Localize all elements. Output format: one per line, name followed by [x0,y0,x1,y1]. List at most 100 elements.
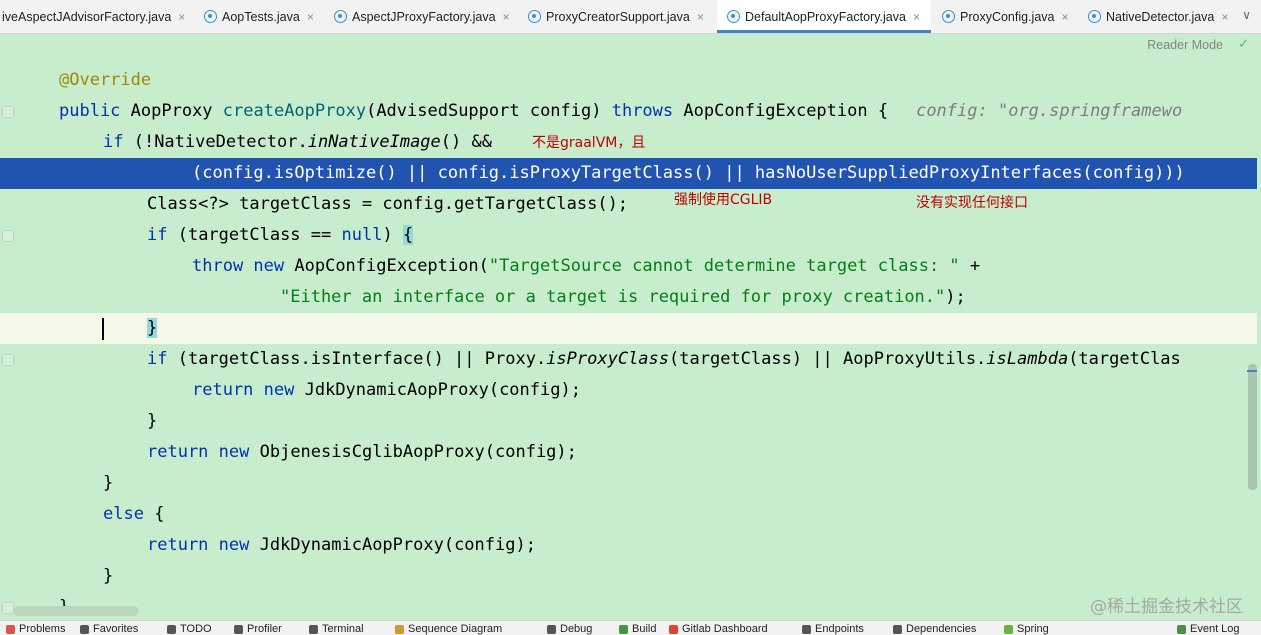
problems-icon [6,624,15,634]
method-name: createAopProxy [222,101,367,121]
keyword: null [341,225,383,245]
toolwindow-label: Event Log [1190,623,1240,635]
tab-proxycreatorsupport[interactable]: ProxyCreatorSupport.java × [518,0,724,33]
toolwindow-label: Endpoints [815,623,864,635]
tab-label: ProxyConfig.java [960,9,1055,24]
terminal-icon [309,624,318,634]
reader-mode-toggle[interactable]: Reader Mode [1147,38,1223,52]
close-icon[interactable]: × [913,10,920,24]
spring-icon [1004,624,1013,634]
code-text: Class<?> targetClass = config.getTargetC… [147,194,629,214]
toolwindow-label: Debug [560,623,593,635]
code-text: AopConfigException( [284,256,489,276]
endpoints-icon [802,624,811,634]
method-name: isLambda [986,349,1069,369]
code-line-selected: (config.isOptimize() || config.isProxyTa… [0,158,1257,189]
tab-label: ProxyCreatorSupport.java [546,9,690,24]
code-text: (targetClass == [167,225,342,245]
scrollbar-marker [1247,370,1257,372]
code-line: throw new AopConfigException("TargetSour… [0,251,1257,282]
code-text: (targetClas [1068,349,1181,369]
keyword: return [147,535,209,555]
code-text: (targetClass.isInterface() || Proxy. [167,349,547,369]
keyword: if [103,132,124,152]
toolwindow-todo-button[interactable]: TODO [167,623,212,635]
toolwindow-label: Sequence Diagram [408,623,503,635]
code-text: + [959,256,981,276]
code-text: AopConfigException { [673,101,889,121]
code-line: @Override [0,65,1257,96]
code-line: } [0,592,1257,620]
toolwindow-profiler-button[interactable]: Profiler [234,623,282,635]
code-text: ObjenesisCglibAopProxy(config); [249,442,577,462]
annotation: @Override [59,70,152,90]
dependencies-icon [893,624,902,634]
vertical-scrollbar[interactable] [1248,364,1257,490]
close-icon[interactable]: × [307,10,314,24]
toolwindow-label: Dependencies [906,623,977,635]
toolwindow-debug-button[interactable]: Debug [547,623,592,635]
keyword: new [253,380,295,400]
todo-icon [167,624,176,634]
annotation-note: 强制使用CGLIB [674,192,773,208]
method-name: isProxyClass [546,349,670,369]
close-icon[interactable]: × [503,10,510,24]
tab-label: DefaultAopProxyFactory.java [745,9,906,24]
code-text: (targetClass) || AopProxyUtils. [669,349,987,369]
code-line: return new ObjenesisCglibAopProxy(config… [0,437,1257,468]
toolwindow-endpoints-button[interactable]: Endpoints [802,623,864,635]
code-text: (config.isOptimize() || config.isProxyTa… [192,163,1185,183]
keyword: throws [611,101,674,121]
toolwindow-spring-button[interactable]: Spring [1004,623,1049,635]
code-editor[interactable]: Reader Mode ✓ @Override public AopProxy … [0,34,1261,620]
toolwindow-label: Profiler [247,623,282,635]
code-line: "Either an interface or a target is requ… [0,282,1257,313]
close-icon[interactable]: × [1221,10,1228,24]
code-text: (!NativeDetector. [123,132,308,152]
code-text: } [103,473,114,493]
toolwindow-label: TODO [180,623,212,635]
tab-nativedetector[interactable]: NativeDetector.java × [1082,0,1238,33]
annotation-note: 不是graalVM，且 [532,135,646,151]
horizontal-scrollbar[interactable] [14,606,138,616]
toolwindow-label: Gitlab Dashboard [682,623,768,635]
toolwindow-favorites-button[interactable]: Favorites [80,623,138,635]
close-icon[interactable]: × [1062,10,1069,24]
tab-overflow-icon[interactable]: ∨ [1242,8,1251,22]
toolwindow-problems-button[interactable]: Problems [6,623,65,635]
tool-window-bar: Problems Favorites TODO Profiler Terminal Seq… [0,620,1261,635]
matched-brace: { [402,225,414,245]
code-text: ) [382,225,403,245]
toolwindow-dependencies-button[interactable]: Dependencies [893,623,976,635]
toolwindow-build-button[interactable]: Build [619,623,656,635]
tab-label: NativeDetector.java [1106,9,1215,24]
toolwindow-gitlab-dashboard-button[interactable]: Gitlab Dashboard [669,623,768,635]
tab-proxyconfig[interactable]: ProxyConfig.java × [934,0,1088,33]
tab-label: AopTests.java [222,9,300,24]
class-icon [1088,10,1101,23]
toolwindow-label: Problems [19,623,66,635]
star-icon [80,624,89,634]
toolwindow-event-log-button[interactable]: Event Log [1177,623,1240,635]
keyword: new [208,442,250,462]
tab-defaultaopproxyfactory[interactable]: DefaultAopProxyFactory.java × [717,0,931,33]
toolwindow-terminal-button[interactable]: Terminal [309,623,364,635]
close-icon[interactable]: × [697,10,704,24]
code-line: Class<?> targetClass = config.getTargetC… [0,189,1257,220]
code-line: else { [0,499,1257,530]
string-literal: "TargetSource cannot determine target cl… [488,256,960,276]
keyword: if [147,225,168,245]
build-icon [619,624,628,634]
close-icon[interactable]: × [178,10,185,24]
tab-aoptests[interactable]: AopTests.java × [196,0,334,33]
text-caret [102,318,104,340]
tab-aspectjproxyfactory[interactable]: AspectJProxyFactory.java × [326,0,524,33]
code-text: AopProxy [120,101,223,121]
code-line-current: } [0,313,1257,344]
tab-iveaspectjadvisorfactory[interactable]: iveAspectJAdvisorFactory.java × [0,0,195,33]
gitlab-icon [669,624,678,634]
code-line: if (targetClass == null) { [0,220,1257,251]
profiler-icon [234,624,243,634]
toolwindow-sequence-diagram-button[interactable]: Sequence Diagram [395,623,502,635]
sequence-icon [395,624,404,634]
